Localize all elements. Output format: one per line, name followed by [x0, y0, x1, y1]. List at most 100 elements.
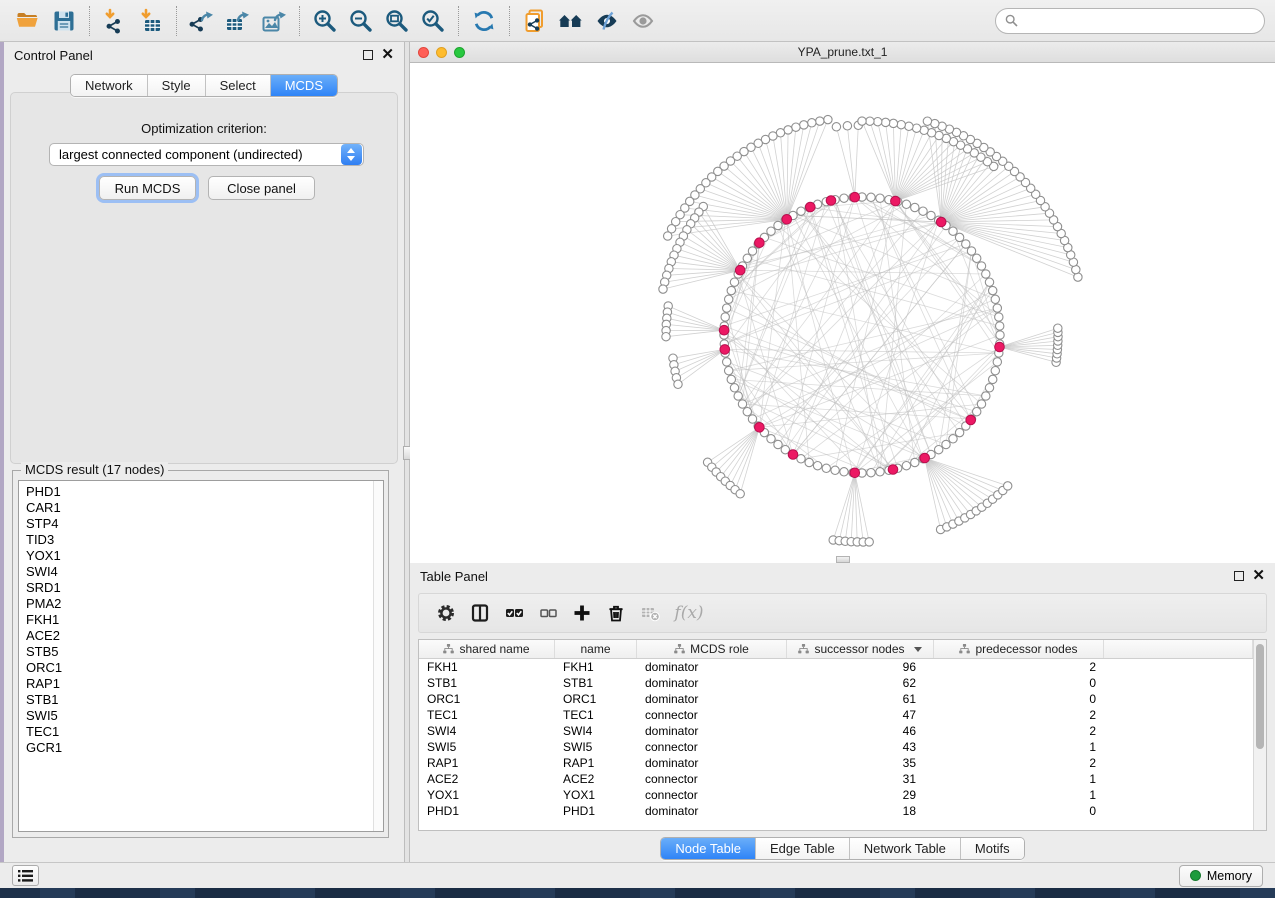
- mcds-hub-node[interactable]: [788, 450, 798, 460]
- column-header-name[interactable]: name: [555, 640, 637, 658]
- mcds-node-item[interactable]: SWI4: [26, 564, 383, 580]
- mcds-node-item[interactable]: GCR1: [26, 740, 383, 756]
- tab-network-table[interactable]: Network Table: [849, 838, 960, 859]
- table-row[interactable]: PHD1PHD1dominator180: [419, 803, 1253, 819]
- table-row[interactable]: RAP1RAP1dominator352: [419, 755, 1253, 771]
- hide-eye-button[interactable]: [589, 4, 625, 38]
- tab-node-table[interactable]: Node Table: [661, 838, 755, 859]
- export-table-button[interactable]: [220, 4, 256, 38]
- network-graph[interactable]: [410, 63, 1275, 562]
- mcds-hub-node[interactable]: [782, 215, 792, 225]
- columns-button[interactable]: [463, 597, 497, 629]
- import-table-button[interactable]: [133, 4, 169, 38]
- close-panel-icon[interactable]: ✕: [381, 50, 394, 60]
- tab-edge-table[interactable]: Edge Table: [755, 838, 849, 859]
- export-image-button[interactable]: [256, 4, 292, 38]
- mcds-result-listbox[interactable]: PHD1CAR1STP4TID3YOX1SWI4SRD1PMA2FKH1ACE2…: [18, 480, 384, 832]
- mcds-node-item[interactable]: ACE2: [26, 628, 383, 644]
- column-header-shared-name[interactable]: shared name: [419, 640, 555, 658]
- mcds-hub-node[interactable]: [850, 468, 860, 478]
- save-button[interactable]: [46, 4, 82, 38]
- mcds-hub-node[interactable]: [719, 325, 729, 335]
- mcds-hub-node[interactable]: [826, 196, 836, 206]
- scrollbar-thumb[interactable]: [1256, 644, 1264, 749]
- homes-button[interactable]: [553, 4, 589, 38]
- mcds-node-item[interactable]: PMA2: [26, 596, 383, 612]
- mcds-node-item[interactable]: FKH1: [26, 612, 383, 628]
- table-row[interactable]: YOX1YOX1connector291: [419, 787, 1253, 803]
- mcds-hub-node[interactable]: [995, 342, 1005, 352]
- horizontal-splitter-handle[interactable]: [836, 556, 850, 563]
- mcds-node-item[interactable]: ORC1: [26, 660, 383, 676]
- zoom-out-button[interactable]: [343, 4, 379, 38]
- search-input[interactable]: [1023, 14, 1255, 28]
- mcds-hub-node[interactable]: [936, 217, 946, 227]
- mcds-hub-node[interactable]: [920, 453, 930, 463]
- mcds-hub-node[interactable]: [735, 265, 745, 275]
- mcds-node-item[interactable]: PHD1: [26, 484, 383, 500]
- close-panel-button[interactable]: Close panel: [208, 176, 315, 200]
- task-history-button[interactable]: [12, 865, 39, 886]
- mcds-hub-node[interactable]: [891, 196, 901, 206]
- table-row[interactable]: SWI5SWI5connector431: [419, 739, 1253, 755]
- select-all-button[interactable]: [497, 597, 531, 629]
- mcds-node-item[interactable]: STB5: [26, 644, 383, 660]
- float-table-panel-icon[interactable]: [1234, 571, 1244, 581]
- table-row[interactable]: ACE2ACE2connector311: [419, 771, 1253, 787]
- list-scrollbar[interactable]: [373, 481, 383, 831]
- tab-mcds[interactable]: MCDS: [270, 75, 337, 96]
- deselect-all-button[interactable]: [531, 597, 565, 629]
- mcds-hub-node[interactable]: [720, 345, 730, 355]
- tab-style[interactable]: Style: [147, 75, 205, 96]
- float-panel-icon[interactable]: [363, 50, 373, 60]
- run-mcds-button[interactable]: Run MCDS: [99, 176, 196, 200]
- table-row[interactable]: FKH1FKH1dominator962: [419, 659, 1253, 675]
- mcds-hub-node[interactable]: [755, 238, 765, 248]
- mcds-node-item[interactable]: SWI5: [26, 708, 383, 724]
- open-button[interactable]: [10, 4, 46, 38]
- mcds-node-item[interactable]: SRD1: [26, 580, 383, 596]
- mcds-hub-node[interactable]: [806, 202, 816, 212]
- add-column-button[interactable]: [565, 597, 599, 629]
- tab-select[interactable]: Select: [205, 75, 270, 96]
- optimization-criterion-select[interactable]: largest connected component (undirected): [49, 143, 364, 166]
- zoom-selected-button[interactable]: [415, 4, 451, 38]
- column-header-successor-nodes[interactable]: successor nodes: [787, 640, 934, 658]
- delete-column-button[interactable]: [599, 597, 633, 629]
- function-builder-button: f(x): [667, 597, 711, 629]
- export-network-button[interactable]: [184, 4, 220, 38]
- mcds-node-item[interactable]: RAP1: [26, 676, 383, 692]
- table-scrollbar[interactable]: [1253, 640, 1266, 830]
- refresh-button[interactable]: [466, 4, 502, 38]
- table-row[interactable]: TEC1TEC1connector472: [419, 707, 1253, 723]
- column-header-MCDS-role[interactable]: MCDS role: [637, 640, 787, 658]
- table-row[interactable]: ORC1ORC1dominator610: [419, 691, 1253, 707]
- mcds-hub-node[interactable]: [755, 423, 765, 433]
- mcds-node-item[interactable]: YOX1: [26, 548, 383, 564]
- mcds-node-item[interactable]: TEC1: [26, 724, 383, 740]
- network-title: YPA_prune.txt_1: [410, 45, 1275, 59]
- zoom-in-button[interactable]: [307, 4, 343, 38]
- show-eye-button[interactable]: [625, 4, 661, 38]
- mcds-hub-node[interactable]: [850, 192, 860, 202]
- doc-network-button[interactable]: [517, 4, 553, 38]
- table-row[interactable]: SWI4SWI4dominator462: [419, 723, 1253, 739]
- import-network-button[interactable]: [97, 4, 133, 38]
- table-row[interactable]: STB1STB1dominator620: [419, 675, 1253, 691]
- memory-button[interactable]: Memory: [1179, 865, 1263, 887]
- mcds-hub-node[interactable]: [966, 415, 976, 425]
- settings-button[interactable]: [429, 597, 463, 629]
- search-icon: [1005, 14, 1018, 27]
- network-canvas[interactable]: [410, 63, 1275, 562]
- mcds-node-item[interactable]: TID3: [26, 532, 383, 548]
- mcds-hub-node[interactable]: [888, 465, 898, 475]
- tab-motifs[interactable]: Motifs: [960, 838, 1024, 859]
- mcds-node-item[interactable]: STB1: [26, 692, 383, 708]
- tab-network[interactable]: Network: [71, 75, 147, 96]
- table-panel-title: Table Panel: [420, 569, 488, 584]
- close-table-panel-icon[interactable]: ✕: [1252, 571, 1265, 581]
- zoom-fit-button[interactable]: [379, 4, 415, 38]
- mcds-node-item[interactable]: STP4: [26, 516, 383, 532]
- mcds-node-item[interactable]: CAR1: [26, 500, 383, 516]
- column-header-predecessor-nodes[interactable]: predecessor nodes: [934, 640, 1104, 658]
